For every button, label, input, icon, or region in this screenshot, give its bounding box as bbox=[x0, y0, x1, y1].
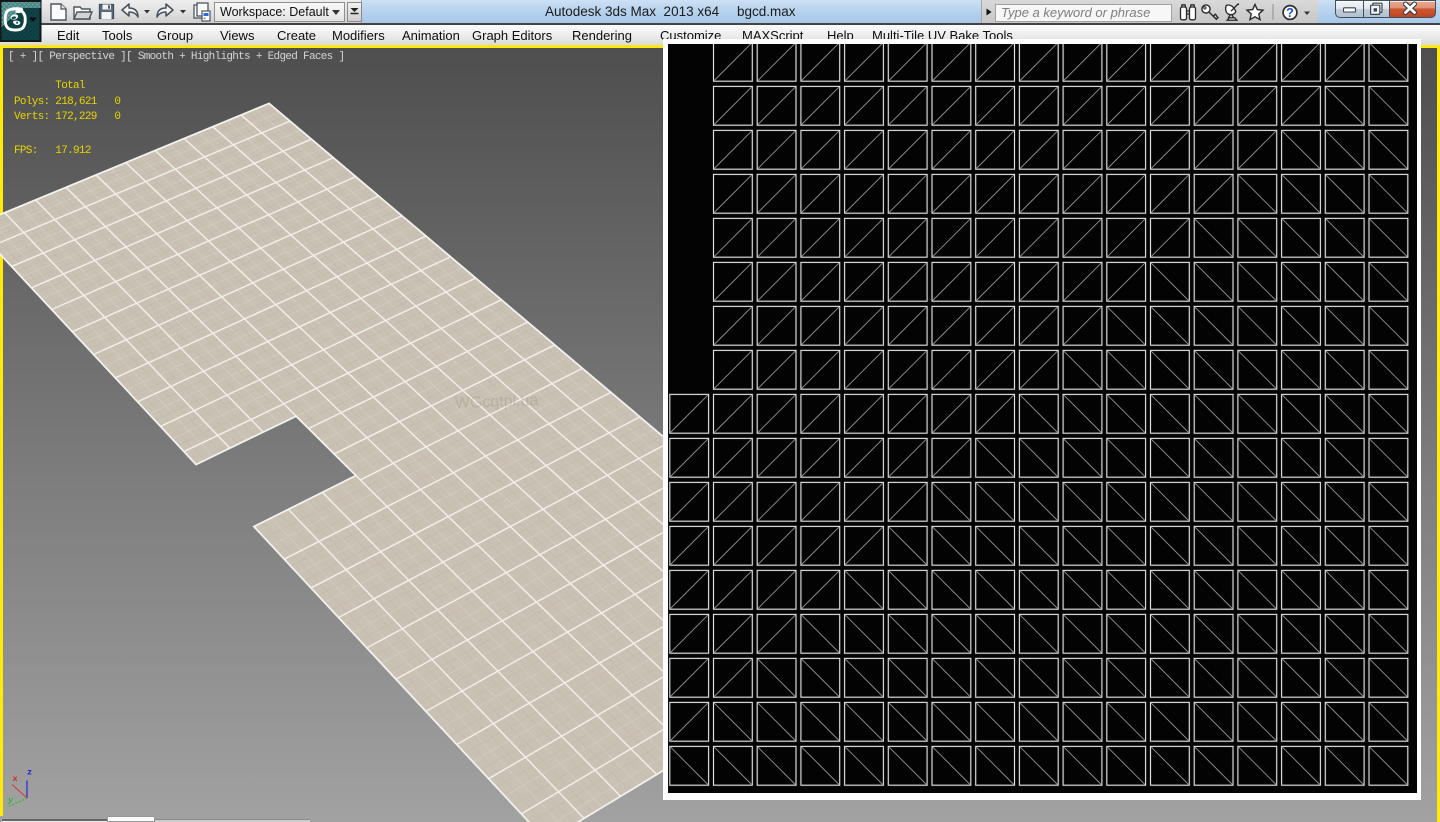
svg-text:z: z bbox=[27, 768, 32, 778]
svg-text:WGcqtpl.ua: WGcqtpl.ua bbox=[455, 392, 539, 412]
svg-text:x: x bbox=[13, 774, 18, 784]
svg-text:y: y bbox=[7, 796, 14, 806]
svg-text:?: ? bbox=[1286, 6, 1294, 20]
